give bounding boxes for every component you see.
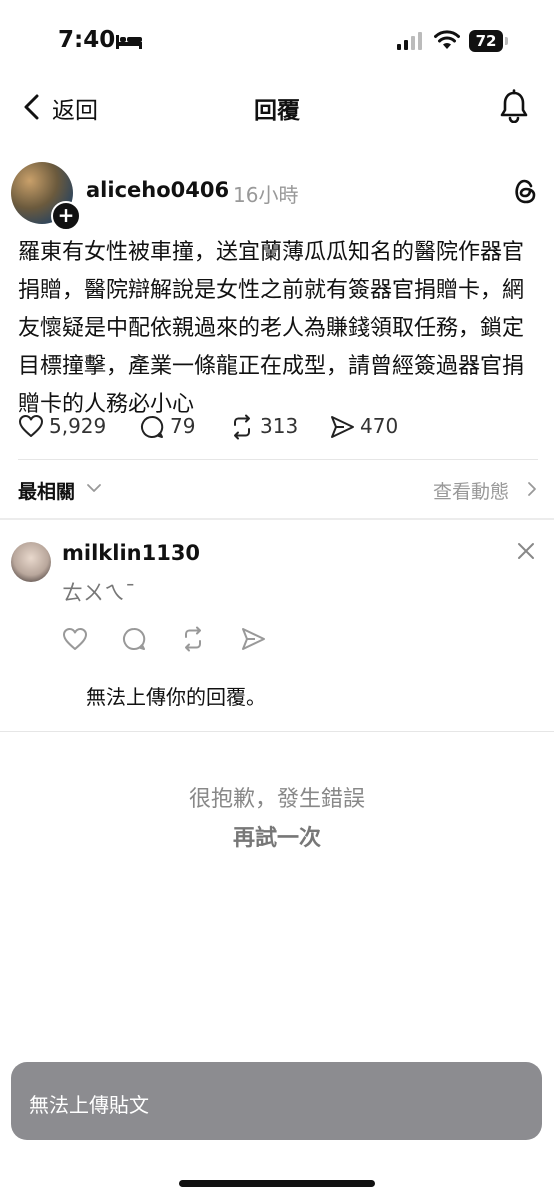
share-button[interactable]: 470 — [329, 412, 409, 442]
reply-upload-error: 無法上傳你的回覆。 — [86, 685, 266, 709]
battery-level: 72 — [475, 32, 497, 50]
chevron-down-icon[interactable] — [86, 482, 102, 494]
post-author[interactable]: aliceho0406 — [86, 178, 229, 202]
reply-author[interactable]: milklin1130 — [62, 541, 200, 565]
threads-logo-icon — [515, 179, 536, 204]
page-title: 回覆 — [254, 98, 300, 124]
error-message: 很抱歉，發生錯誤 — [188, 787, 365, 812]
view-activity-link[interactable]: 查看動態 — [433, 477, 509, 504]
divider — [0, 731, 554, 732]
bell-icon[interactable] — [499, 89, 529, 123]
divider — [18, 459, 538, 460]
heart-icon — [19, 415, 43, 437]
post-time: 16小時 — [233, 183, 299, 207]
post-body: 羅東有女性被車撞，送宜蘭薄瓜瓜知名的醫院作器官捐贈，醫院辯解說是女性之前就有簽器… — [18, 240, 525, 417]
sort-dropdown[interactable]: 最相關 — [18, 477, 75, 504]
retry-button[interactable]: 再試一次 — [0, 820, 554, 852]
like-count: 5,929 — [49, 414, 107, 438]
signal-icon — [397, 32, 422, 50]
reply-like-icon[interactable] — [62, 626, 88, 652]
reply-repost-icon[interactable] — [180, 626, 206, 652]
follow-plus-icon[interactable]: + — [51, 201, 81, 231]
repost-count: 313 — [260, 414, 299, 438]
like-button[interactable]: 5,929 — [18, 412, 118, 442]
share-count: 470 — [360, 414, 399, 438]
toast-message: 無法上傳貼文 — [29, 1093, 149, 1117]
status-time: 7:40 — [58, 27, 116, 53]
reply-send-icon[interactable] — [240, 626, 266, 652]
battery-icon: 72 — [469, 30, 509, 52]
bed-icon — [116, 35, 142, 49]
wifi-icon — [434, 30, 460, 49]
divider — [0, 518, 554, 520]
comment-icon — [141, 415, 164, 438]
reply-avatar[interactable] — [11, 542, 51, 582]
reply-comment-icon[interactable] — [121, 626, 147, 652]
comment-count: 79 — [170, 414, 196, 438]
send-icon — [331, 416, 354, 438]
reply-text: ㄊㄨㄟˉ — [62, 581, 136, 605]
repost-icon — [234, 414, 250, 440]
home-indicator[interactable] — [179, 1180, 375, 1187]
chevron-right-icon[interactable] — [526, 481, 538, 497]
comment-button[interactable]: 79 — [139, 412, 209, 442]
repost-button[interactable]: 313 — [229, 412, 309, 442]
close-icon[interactable] — [516, 541, 536, 561]
